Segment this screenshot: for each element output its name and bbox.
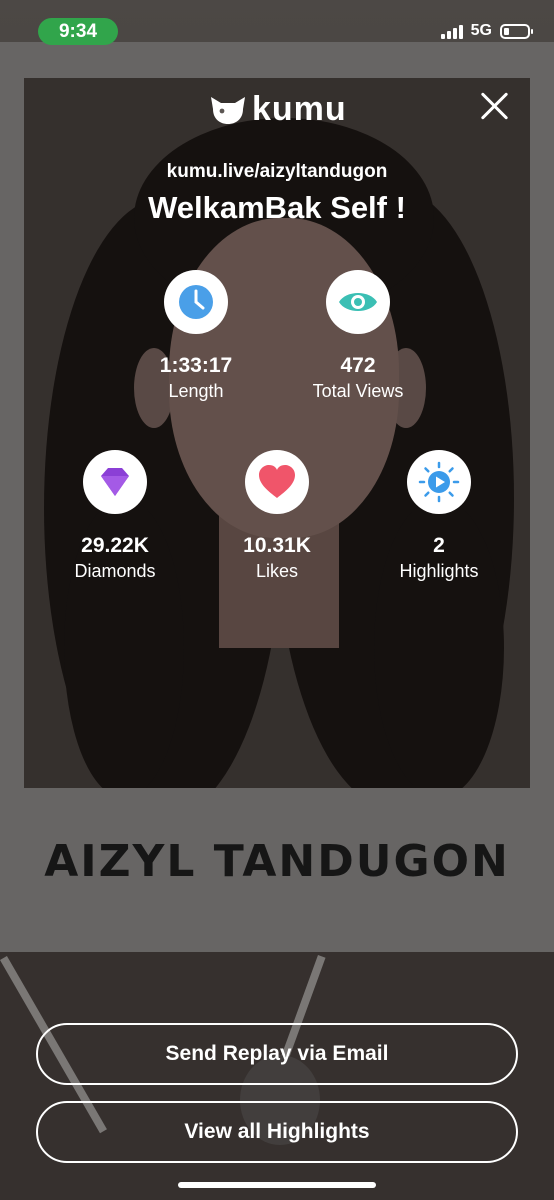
stat-label: Length bbox=[168, 381, 224, 401]
eye-icon bbox=[339, 293, 377, 311]
stat-likes: 10.31K Likes bbox=[197, 450, 357, 582]
status-time: 9:34 bbox=[38, 18, 118, 45]
signal-icon bbox=[440, 23, 463, 39]
logo-text: kumu bbox=[252, 90, 347, 128]
stat-value: 1:33:17 bbox=[159, 354, 233, 377]
clock-icon bbox=[179, 285, 213, 319]
stat-total-views: 472 Total Views bbox=[278, 270, 438, 402]
stat-label: Likes bbox=[255, 561, 299, 581]
stat-label: Highlights bbox=[399, 561, 479, 581]
stat-value: 472 bbox=[340, 354, 376, 377]
stat-value: 2 bbox=[433, 534, 445, 557]
stat-label: Total Views bbox=[312, 381, 404, 401]
send-replay-email-button[interactable]: Send Replay via Email bbox=[36, 1023, 518, 1085]
stat-value: 10.31K bbox=[243, 534, 311, 557]
heart-icon bbox=[259, 465, 295, 498]
battery-icon bbox=[500, 23, 533, 39]
diamond-icon bbox=[101, 468, 129, 496]
stream-url: kumu.live/aizyltandugon bbox=[166, 161, 388, 182]
view-all-highlights-button[interactable]: View all Highlights bbox=[36, 1101, 518, 1163]
stream-title: WelkamBak Self ! bbox=[148, 190, 406, 225]
stat-label: Diamonds bbox=[74, 561, 156, 581]
close-icon[interactable] bbox=[478, 90, 510, 122]
kumu-bear-icon bbox=[211, 96, 245, 124]
status-indicators: 5G bbox=[440, 22, 533, 40]
stat-highlights: 2 Highlights bbox=[359, 450, 519, 582]
kumu-logo: kumu bbox=[208, 90, 347, 129]
stat-diamonds: 29.22K Diamonds bbox=[35, 450, 195, 582]
network-type: 5G bbox=[470, 22, 492, 39]
highlight-play-icon bbox=[418, 461, 460, 503]
stat-length: 1:33:17 Length bbox=[116, 270, 276, 402]
home-indicator[interactable] bbox=[178, 1182, 376, 1188]
stat-value: 29.22K bbox=[81, 534, 149, 557]
